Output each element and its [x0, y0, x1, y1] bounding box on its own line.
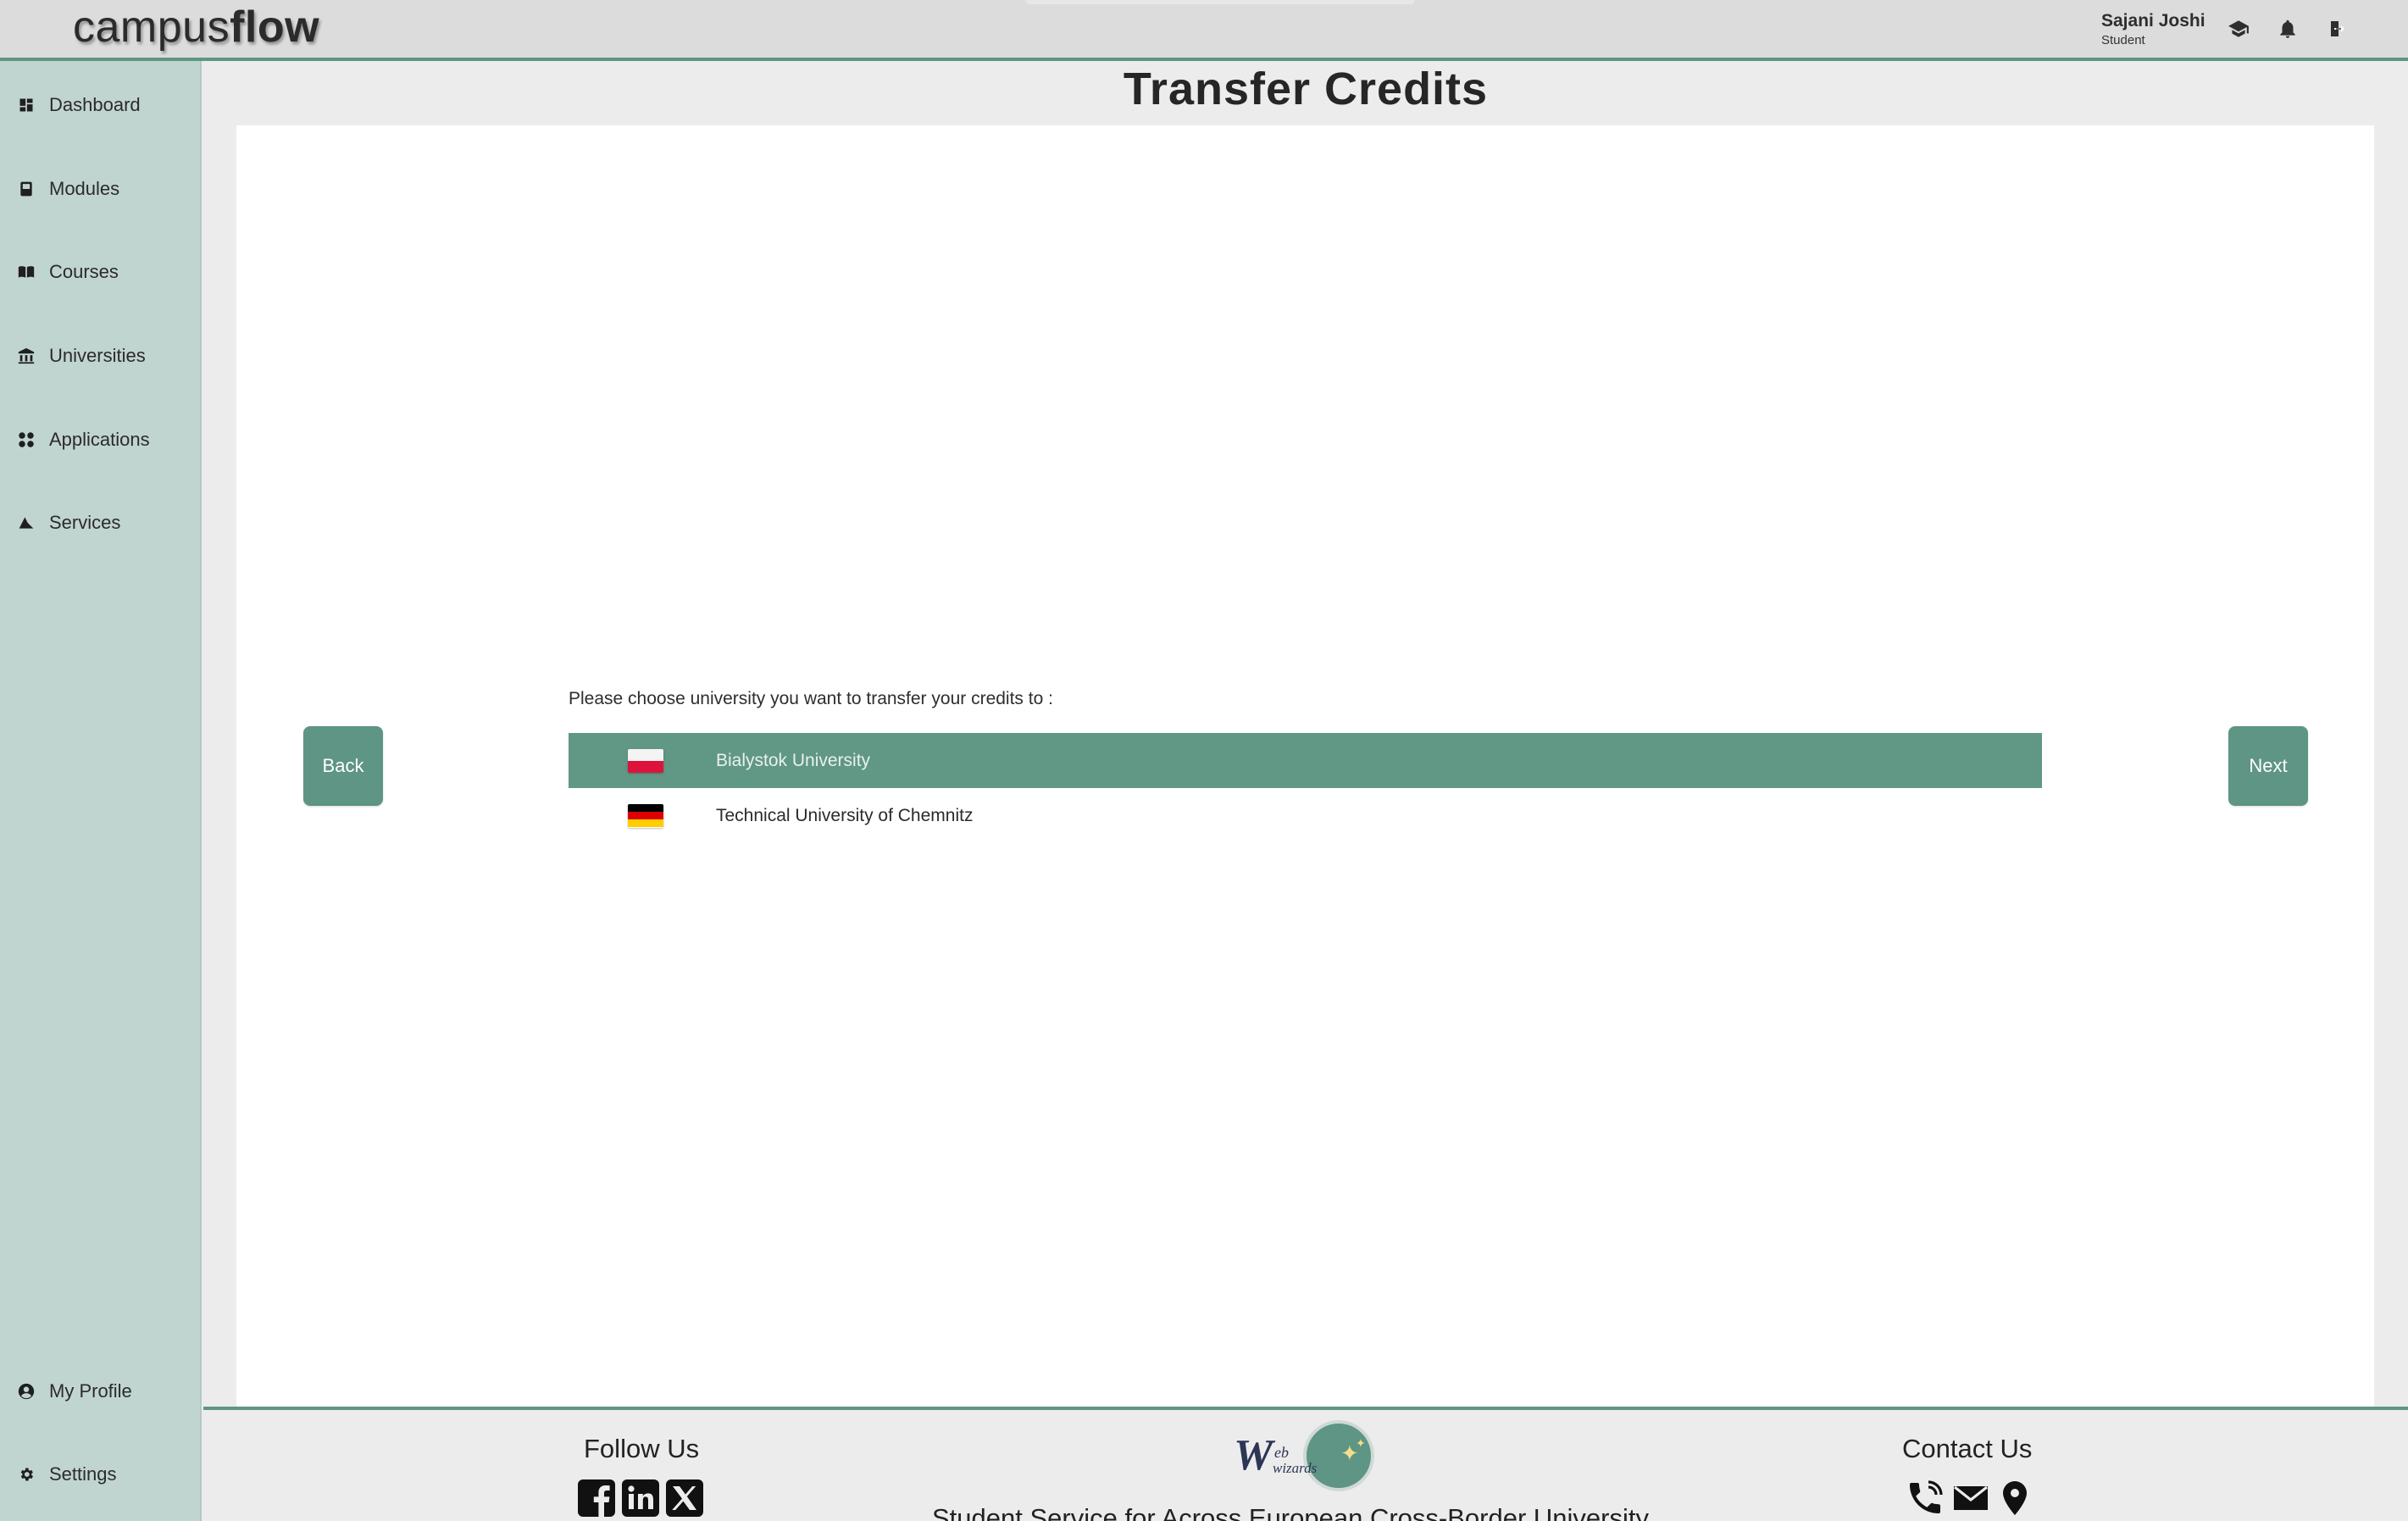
contact-us-heading: Contact Us [1902, 1434, 2033, 1463]
footer-tagline: Student Service for Across European Cros… [932, 1503, 1649, 1521]
sidebar-item-modules[interactable]: Modules [0, 165, 202, 213]
header-highlight [1025, 0, 1415, 4]
book-icon [15, 178, 37, 200]
sidebar-item-my-profile[interactable]: My Profile [0, 1368, 202, 1415]
web-wizards-logo[interactable]: ✦ ✦ W eb wizards [1230, 1417, 1374, 1495]
svg-text:W: W [1234, 1431, 1276, 1479]
sidebar-item-label: My Profile [49, 1380, 132, 1402]
open-book-icon [15, 261, 37, 283]
svg-text:eb: eb [1274, 1444, 1289, 1461]
x-icon[interactable] [664, 1478, 705, 1518]
university-option-chemnitz[interactable]: Technical University of Chemnitz [569, 788, 2042, 843]
sidebar-item-label: Courses [49, 261, 119, 282]
phone-icon[interactable] [1905, 1478, 1945, 1518]
top-bar: campusflow Sajani Joshi Student [0, 0, 2408, 61]
university-option-bialystok[interactable]: Bialystok University [569, 733, 2042, 788]
sidebar-item-universities[interactable]: Universities [0, 332, 202, 380]
location-icon[interactable] [1995, 1478, 2035, 1518]
svg-text:wizards: wizards [1273, 1460, 1318, 1476]
sidebar-item-label: Services [49, 512, 121, 533]
poland-flag-icon [628, 748, 663, 773]
sidebar-item-settings[interactable]: Settings [0, 1451, 202, 1498]
gear-icon [15, 1463, 37, 1485]
back-button[interactable]: Back [303, 726, 383, 806]
dashboard-icon [15, 94, 37, 116]
page-title: Transfer Credits [1123, 64, 1489, 114]
graduation-cap-icon[interactable] [2225, 15, 2252, 42]
svg-text:✦: ✦ [1356, 1437, 1366, 1451]
services-icon [15, 512, 37, 534]
sidebar: Dashboard Modules Courses Universities A… [0, 61, 202, 1521]
follow-us-heading: Follow Us [584, 1434, 700, 1463]
facebook-icon[interactable] [576, 1478, 617, 1518]
sidebar-item-label: Settings [49, 1463, 117, 1485]
apps-icon [15, 429, 37, 451]
sidebar-item-label: Modules [49, 178, 120, 199]
user-info[interactable]: Sajani Joshi Student [2101, 10, 2205, 49]
sidebar-item-dashboard[interactable]: Dashboard [0, 81, 202, 129]
university-name: Technical University of Chemnitz [716, 805, 974, 825]
sidebar-item-label: Applications [49, 429, 150, 450]
profile-icon [15, 1380, 37, 1402]
logout-icon[interactable] [2323, 15, 2350, 42]
university-name: Bialystok University [716, 750, 871, 770]
sidebar-item-label: Universities [49, 345, 146, 366]
next-button[interactable]: Next [2228, 726, 2308, 806]
user-name: Sajani Joshi [2101, 11, 2205, 31]
sidebar-item-label: Dashboard [49, 94, 141, 115]
germany-flag-icon [628, 803, 663, 828]
user-role: Student [2101, 33, 2145, 47]
sidebar-item-courses[interactable]: Courses [0, 248, 202, 296]
university-prompt: Please choose university you want to tra… [569, 689, 1053, 708]
bell-icon[interactable] [2274, 15, 2301, 42]
app-logo[interactable]: campusflow [73, 2, 319, 53]
mail-icon[interactable] [1950, 1478, 1991, 1518]
linkedin-icon[interactable] [620, 1478, 661, 1518]
sidebar-item-services[interactable]: Services [0, 499, 202, 547]
university-icon [15, 345, 37, 367]
sidebar-item-applications[interactable]: Applications [0, 416, 202, 464]
